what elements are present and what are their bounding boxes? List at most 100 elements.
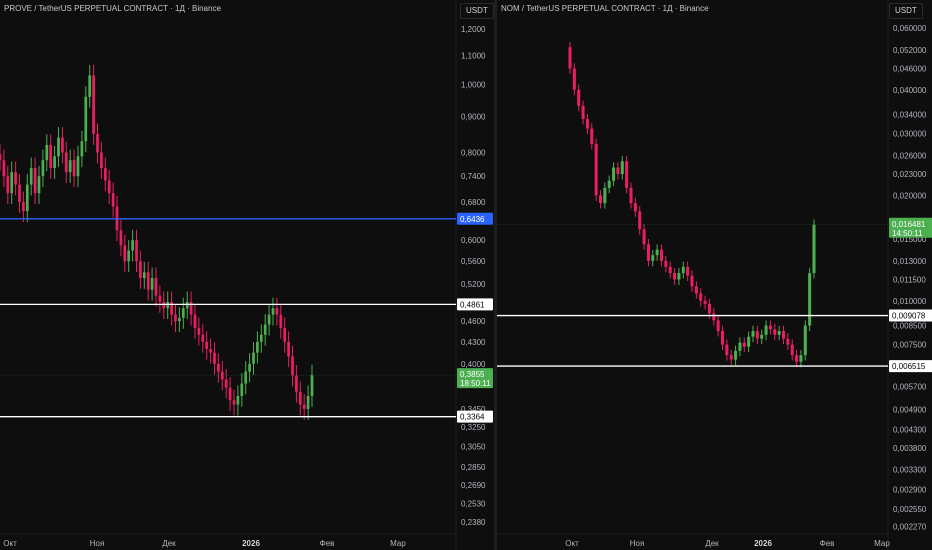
candle-body bbox=[236, 395, 240, 405]
price-chart-nom[interactable]: 0,060000 0,052000 0,046000 0,040000 0,034000… bbox=[497, 0, 932, 550]
candle-body bbox=[594, 144, 598, 196]
candle-body bbox=[131, 240, 134, 251]
candle-body bbox=[146, 272, 150, 290]
candle-body bbox=[150, 278, 154, 290]
y-tick-label: 0,004900 bbox=[893, 405, 927, 414]
candle-body bbox=[616, 167, 620, 175]
y-tick-label: 0,008500 bbox=[893, 322, 927, 331]
candle-body bbox=[213, 352, 216, 364]
candle-body bbox=[228, 387, 232, 401]
price-chart-prove[interactable]: 1,2000 1,1000 1,0000 0,9000 0,8000 0,7400 0,68… bbox=[0, 0, 494, 550]
candle-body bbox=[638, 211, 642, 230]
candle-body bbox=[812, 224, 816, 274]
chart-panel-nom[interactable]: NOM / TetherUS PERPETUAL CONTRACT · 1Д ·… bbox=[497, 0, 932, 550]
candle-body bbox=[716, 320, 720, 332]
y-tick-label: 0,002900 bbox=[893, 485, 927, 494]
y-tick-label: 0,002550 bbox=[893, 505, 927, 514]
candle-body bbox=[625, 161, 629, 188]
x-tick-label: Ноя bbox=[90, 539, 105, 548]
candle-body bbox=[607, 180, 611, 188]
candle-body bbox=[127, 250, 131, 262]
chart-panel-prove[interactable]: PROVE / TetherUS PERPETUAL CONTRACT · 1Д… bbox=[0, 0, 494, 550]
x-tick-label: Мар bbox=[390, 539, 406, 548]
candle-body bbox=[10, 172, 14, 194]
candle-body bbox=[45, 144, 49, 161]
candle-body bbox=[703, 300, 707, 304]
candle-body bbox=[279, 314, 283, 328]
candle-body bbox=[734, 350, 738, 360]
candle-body bbox=[664, 260, 668, 267]
candle-body bbox=[773, 329, 777, 335]
y-tick-label: 0,4000 bbox=[461, 360, 486, 369]
y-tick-label: 0,003800 bbox=[893, 444, 927, 453]
y-tick-label: 1,2000 bbox=[461, 25, 486, 34]
candle-body bbox=[720, 331, 725, 345]
candle-body bbox=[103, 168, 107, 181]
y-tick-label: 0,002270 bbox=[893, 523, 927, 532]
candle-body bbox=[707, 303, 711, 314]
y-tick-label: 0,2850 bbox=[461, 463, 486, 472]
candle-body bbox=[119, 230, 123, 246]
candle-body bbox=[747, 336, 751, 347]
y-tick-label: 0,4300 bbox=[461, 338, 486, 347]
y-tick-label: 0,6800 bbox=[461, 198, 486, 207]
y-tick-label: 0,013000 bbox=[893, 257, 927, 266]
candle-body bbox=[686, 266, 690, 276]
candle-body bbox=[681, 266, 685, 274]
y-tick-label: 0,7400 bbox=[461, 172, 486, 181]
candle-body bbox=[232, 400, 236, 405]
x-tick-label: Окт bbox=[565, 539, 579, 548]
candle-body bbox=[699, 293, 703, 301]
candle-body bbox=[217, 363, 220, 372]
y-tick-label: 0,060000 bbox=[893, 24, 927, 33]
x-tick-label: Фев bbox=[320, 539, 335, 548]
candle-body bbox=[283, 327, 287, 342]
y-tick-label: 0,007500 bbox=[893, 341, 927, 350]
y-tick-label: 0,034000 bbox=[893, 110, 927, 119]
candle-body bbox=[80, 141, 84, 157]
candle-body bbox=[755, 331, 759, 339]
candle-body bbox=[49, 144, 53, 169]
candle-body bbox=[295, 375, 298, 392]
candle-body bbox=[64, 152, 68, 173]
candle-body bbox=[768, 325, 772, 330]
candle-body bbox=[291, 356, 294, 376]
level-price-label: 0,009078 bbox=[892, 312, 926, 321]
y-tick-label: 0,5600 bbox=[461, 257, 486, 266]
x-tick-label: Дек bbox=[705, 539, 719, 548]
candle-body bbox=[252, 352, 255, 364]
level-price-label: 0,4861 bbox=[460, 300, 485, 309]
candle-body bbox=[259, 334, 263, 342]
candle-body bbox=[18, 184, 21, 203]
y-tick-label: 0,030000 bbox=[893, 130, 927, 139]
y-tick-label: 0,011500 bbox=[893, 276, 926, 285]
candle-body bbox=[178, 317, 181, 322]
candle-body bbox=[14, 172, 17, 185]
candle-body bbox=[111, 193, 115, 207]
candle-body bbox=[193, 314, 197, 328]
level-price-label: 0,006515 bbox=[892, 362, 926, 371]
candle-body bbox=[240, 383, 244, 396]
candle-body bbox=[205, 341, 209, 349]
y-tick-label: 0,8000 bbox=[461, 148, 486, 157]
y-tick-label: 0,4600 bbox=[461, 317, 486, 326]
candle-body bbox=[76, 156, 80, 177]
y-tick-label: 0,2530 bbox=[461, 500, 486, 509]
candle-body bbox=[166, 301, 170, 309]
candle-body bbox=[603, 187, 607, 204]
candle-body bbox=[803, 325, 807, 356]
candle-body bbox=[310, 375, 314, 396]
candle-body bbox=[581, 105, 585, 120]
candle-body bbox=[158, 295, 162, 302]
candle-body bbox=[677, 273, 681, 280]
candle-body bbox=[224, 379, 228, 388]
candle-body bbox=[620, 161, 624, 175]
candle-body bbox=[690, 275, 694, 287]
candle-body bbox=[781, 331, 786, 339]
candle-body bbox=[72, 160, 76, 177]
candle-body bbox=[41, 160, 45, 177]
candle-body bbox=[790, 344, 794, 356]
candle-body bbox=[777, 331, 781, 335]
candle-body bbox=[729, 355, 733, 360]
candle-body bbox=[96, 133, 99, 153]
